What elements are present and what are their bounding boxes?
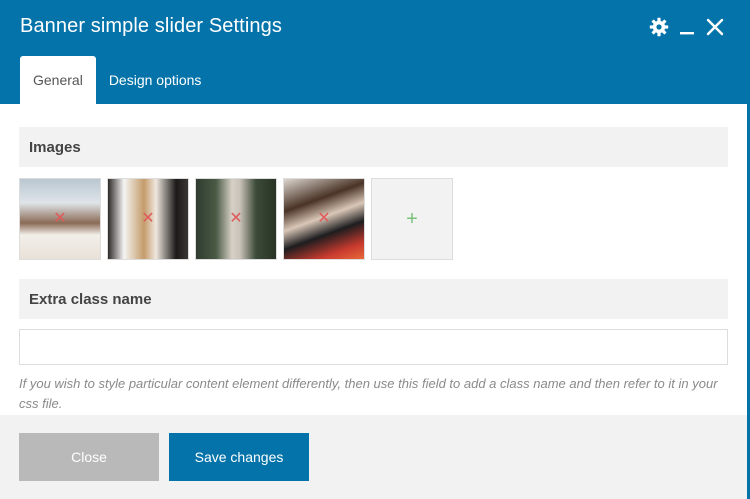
images-section-title: Images bbox=[19, 127, 728, 167]
dialog-header: Banner simple slider Settings General De… bbox=[0, 0, 750, 104]
content-scrollbar[interactable] bbox=[743, 104, 747, 415]
settings-dialog: Banner simple slider Settings General De… bbox=[0, 0, 750, 499]
gear-icon[interactable] bbox=[648, 16, 670, 38]
header-controls bbox=[648, 16, 726, 38]
remove-image-icon[interactable]: ✕ bbox=[229, 211, 242, 227]
close-button[interactable]: Close bbox=[19, 433, 159, 481]
remove-image-icon[interactable]: ✕ bbox=[53, 211, 66, 227]
tab-design-options[interactable]: Design options bbox=[96, 56, 215, 104]
tab-bar: General Design options bbox=[20, 56, 214, 104]
tab-general[interactable]: General bbox=[20, 56, 96, 104]
remove-image-icon[interactable]: ✕ bbox=[317, 211, 330, 227]
image-thumbnail[interactable]: ✕ bbox=[107, 178, 189, 260]
image-thumbnails: ✕ ✕ ✕ ✕ + bbox=[19, 178, 453, 260]
image-thumbnail[interactable]: ✕ bbox=[19, 178, 101, 260]
dialog-footer: Close Save changes bbox=[0, 415, 747, 499]
extra-class-section-title: Extra class name bbox=[19, 279, 728, 319]
save-changes-button[interactable]: Save changes bbox=[169, 433, 309, 481]
image-thumbnail[interactable]: ✕ bbox=[283, 178, 365, 260]
minimize-icon[interactable] bbox=[676, 16, 698, 38]
image-thumbnail[interactable]: ✕ bbox=[195, 178, 277, 260]
extra-class-help-text: If you wish to style particular content … bbox=[19, 376, 718, 411]
close-icon[interactable] bbox=[704, 16, 726, 38]
dialog-title: Banner simple slider Settings bbox=[20, 15, 282, 37]
add-image-button[interactable]: + bbox=[371, 178, 453, 260]
plus-icon: + bbox=[406, 207, 418, 230]
dialog-content: Images ✕ ✕ ✕ ✕ + Extra class name If you… bbox=[0, 104, 747, 415]
remove-image-icon[interactable]: ✕ bbox=[141, 211, 154, 227]
extra-class-input[interactable] bbox=[19, 329, 728, 365]
